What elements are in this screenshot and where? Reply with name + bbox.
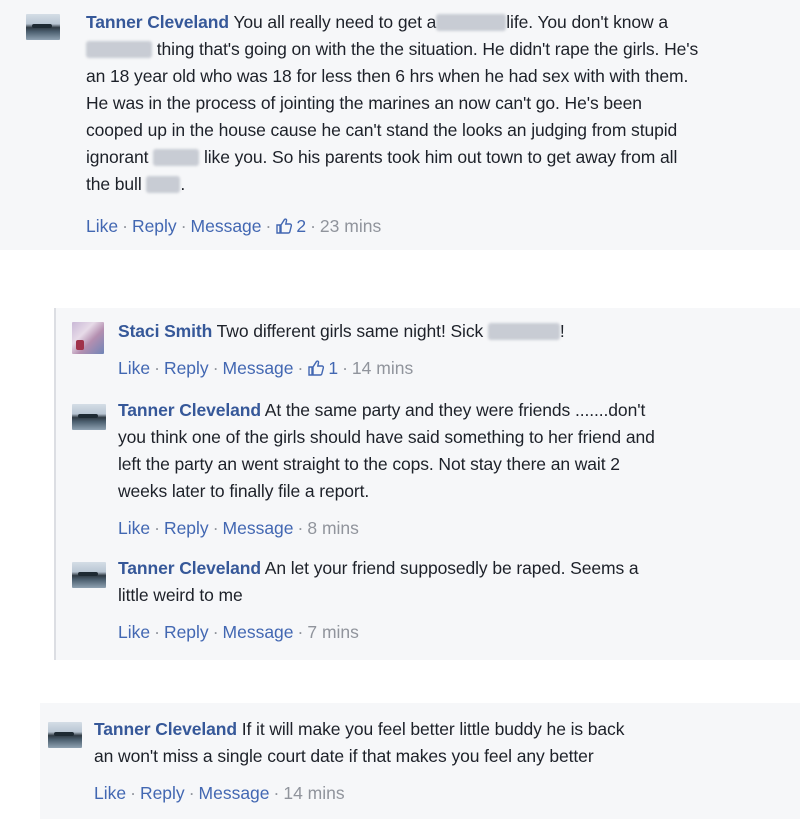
timestamp[interactable]: 8 mins (307, 518, 359, 538)
like-link[interactable]: Like (86, 216, 118, 236)
message-link[interactable]: Message (199, 783, 270, 803)
avatar[interactable] (48, 722, 82, 748)
thumbs-up-icon[interactable] (275, 217, 293, 241)
comment-body: Staci Smith Two different girls same nig… (118, 321, 565, 341)
timestamp[interactable]: 7 mins (307, 622, 359, 642)
avatar[interactable] (26, 14, 60, 40)
timestamp[interactable]: 23 mins (320, 216, 381, 236)
reply-link[interactable]: Reply (140, 783, 185, 803)
timestamp[interactable]: 14 mins (352, 358, 413, 378)
censored-word (146, 176, 181, 193)
comment-actions: Like · Reply · Message · 8 mins (118, 518, 359, 538)
censored-word (487, 323, 560, 340)
timestamp[interactable]: 14 mins (283, 783, 344, 803)
like-count[interactable]: 2 (296, 216, 306, 236)
author-name[interactable]: Tanner Cleveland (94, 719, 237, 739)
author-name[interactable]: Tanner Cleveland (118, 400, 261, 420)
avatar[interactable] (72, 562, 106, 588)
thumbs-up-icon[interactable] (307, 359, 325, 383)
like-link[interactable]: Like (118, 518, 150, 538)
like-link[interactable]: Like (118, 358, 150, 378)
comment-actions: Like · Reply · Message · 2 · 23 mins (86, 214, 381, 241)
message-link[interactable]: Message (191, 216, 262, 236)
reply-link[interactable]: Reply (164, 622, 209, 642)
censored-word (153, 149, 200, 166)
reply-link[interactable]: Reply (164, 358, 209, 378)
avatar[interactable] (72, 404, 106, 430)
reply-link[interactable]: Reply (132, 216, 177, 236)
comment-body: Tanner Cleveland At the same party and t… (118, 400, 655, 501)
avatar[interactable] (72, 322, 104, 354)
censored-word (86, 41, 152, 58)
comment-actions: Like · Reply · Message · 14 mins (94, 783, 345, 803)
author-name[interactable]: Tanner Cleveland (86, 12, 229, 32)
censored-word (436, 14, 507, 31)
comment-body: Tanner Cleveland An let your friend supp… (118, 558, 639, 605)
comment-body: Tanner Cleveland If it will make you fee… (94, 719, 625, 766)
reply-link[interactable]: Reply (164, 518, 209, 538)
comment-actions: Like · Reply · Message · 1 · 14 mins (118, 356, 413, 383)
thread-divider (54, 308, 56, 660)
author-name[interactable]: Tanner Cleveland (118, 558, 261, 578)
like-count[interactable]: 1 (328, 358, 338, 378)
message-link[interactable]: Message (223, 622, 294, 642)
author-name[interactable]: Staci Smith (118, 321, 212, 341)
like-link[interactable]: Like (118, 622, 150, 642)
comment-body: Tanner Cleveland You all really need to … (86, 12, 699, 194)
like-link[interactable]: Like (94, 783, 126, 803)
message-link[interactable]: Message (223, 518, 294, 538)
message-link[interactable]: Message (223, 358, 294, 378)
comment-actions: Like · Reply · Message · 7 mins (118, 622, 359, 642)
